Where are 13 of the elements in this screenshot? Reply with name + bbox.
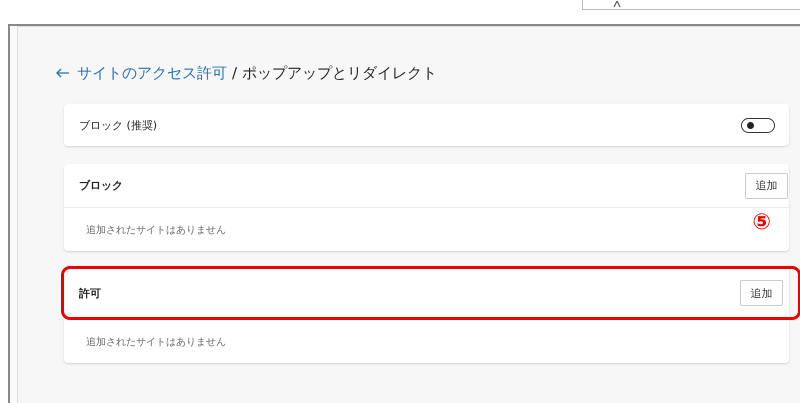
- empty-message: 追加されたサイトはありません: [86, 336, 226, 348]
- section-title: ブロック: [79, 178, 123, 193]
- add-button[interactable]: 追加: [740, 280, 783, 306]
- breadcrumb-separator: /: [232, 64, 238, 82]
- toggle-switch[interactable]: [741, 118, 775, 132]
- empty-message: 追加されたサイトはありません: [86, 224, 226, 236]
- setting-label: ブロック (推奨): [79, 118, 158, 132]
- add-button[interactable]: 追加: [745, 172, 788, 198]
- back-arrow-icon[interactable]: [56, 68, 70, 78]
- step-number: ⑤: [752, 210, 771, 235]
- page-title: ポップアップとリダイレクト: [242, 64, 438, 82]
- section-title: 許可: [79, 286, 101, 300]
- breadcrumb-link[interactable]: サイトのアクセス許可: [77, 64, 227, 82]
